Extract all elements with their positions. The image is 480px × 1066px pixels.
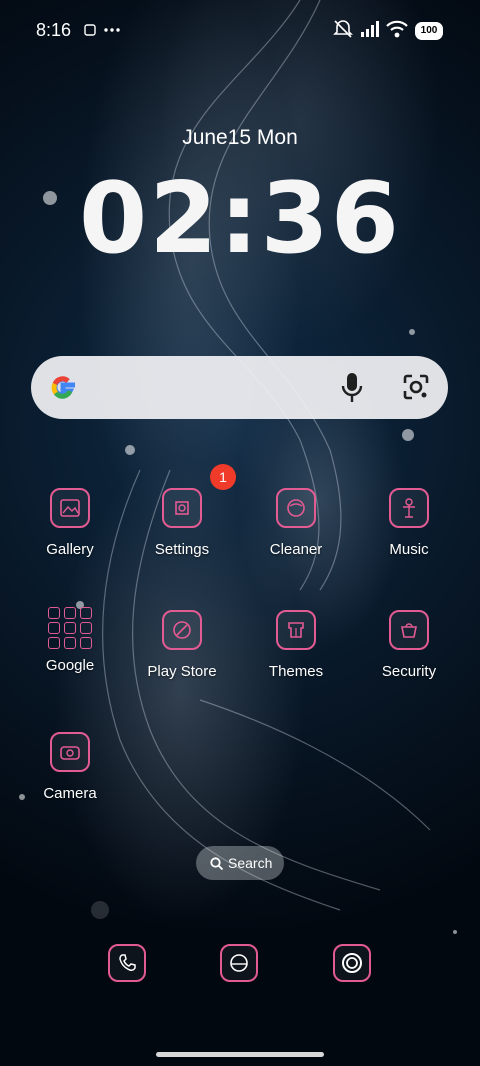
search-icon [210,857,223,870]
mute-icon [333,20,353,38]
app-label: Play Store [147,663,217,680]
google-search-bar[interactable] [31,356,448,419]
chrome-icon[interactable] [333,944,371,982]
google-g-icon [51,376,75,399]
browser-icon[interactable] [220,944,258,982]
app-label: Gallery [46,541,94,558]
settings-icon [162,488,202,528]
more-dots-icon [104,28,120,32]
app-label: Settings [154,541,210,558]
app-music[interactable]: Music [353,488,465,558]
date-text: June15 Mon [182,126,298,149]
battery-icon: 100 [415,22,443,40]
home-indicator[interactable] [156,1052,324,1057]
status-time: 8:16 [36,20,72,40]
app-label: Camera [43,785,97,802]
app-camera[interactable]: Camera [14,732,126,802]
app-label: Google [45,657,95,674]
security-icon [389,610,429,650]
clock[interactable]: 02:36 [0,162,480,276]
app-play-store[interactable]: Play Store [126,610,238,680]
app-label: Themes [268,663,324,680]
signal-icon [361,21,379,37]
google-folder-icon [47,607,93,649]
app-settings[interactable]: 1 Settings [126,464,238,558]
play-store-icon [162,610,202,650]
themes-icon [276,610,316,650]
notification-icon [84,24,96,36]
app-label: Music [389,541,429,558]
app-security[interactable]: Security [353,610,465,680]
wifi-icon [386,20,408,38]
app-search-button[interactable]: Search [196,846,284,880]
app-themes[interactable]: Themes [240,610,352,680]
gallery-icon [50,488,90,528]
app-label: Cleaner [269,541,323,558]
mic-icon[interactable] [341,372,363,404]
camera-icon [50,732,90,772]
app-cleaner[interactable]: Cleaner [240,488,352,558]
app-google-folder[interactable]: Google [14,607,126,674]
app-gallery[interactable]: Gallery [14,488,126,558]
cleaner-icon [276,488,316,528]
status-bar: 8:16 100 [0,0,480,60]
music-icon [389,488,429,528]
phone-icon[interactable] [108,944,146,982]
app-label: Security [381,663,437,680]
search-label: Search [228,855,273,871]
google-lens-icon[interactable] [401,372,431,402]
notification-badge: 1 [210,464,236,490]
